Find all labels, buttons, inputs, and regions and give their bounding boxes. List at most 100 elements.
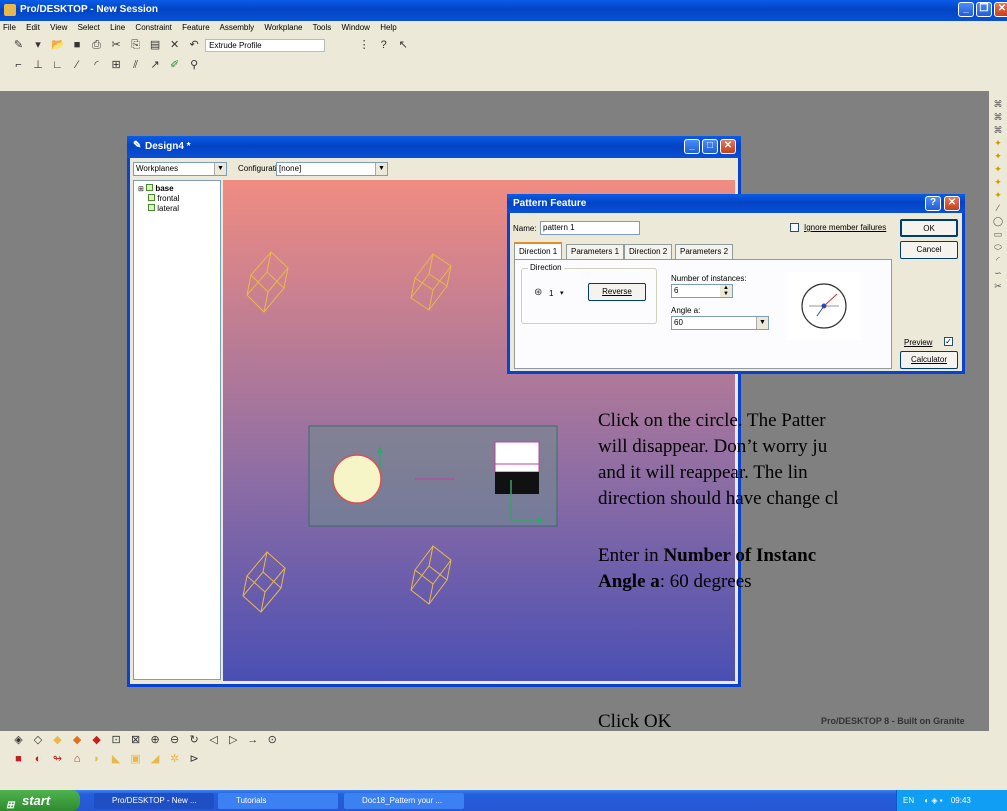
design-maximize-icon[interactable]: □ — [702, 139, 718, 154]
print-icon[interactable]: ⎙ — [90, 39, 103, 52]
home-view-icon[interactable]: ⊙ — [266, 734, 279, 747]
menu-edit[interactable]: Edit — [26, 23, 40, 32]
menu-assembly[interactable]: Assembly — [219, 23, 254, 32]
spline-tool-icon[interactable]: ∽ — [992, 268, 1004, 279]
sketch-icon[interactable]: ✦ — [992, 138, 1004, 149]
menu-constraint[interactable]: Constraint — [135, 23, 171, 32]
open-icon[interactable]: 📂 — [51, 39, 65, 52]
view-yellow-icon[interactable]: ◆ — [51, 734, 64, 747]
help-icon[interactable]: ? — [377, 39, 390, 52]
paste-icon[interactable]: ▤ — [149, 39, 162, 52]
tab-direction-1[interactable]: Direction 1 — [514, 242, 563, 259]
new-design-icon[interactable]: ✎ — [12, 39, 25, 52]
tree-item-lateral[interactable]: lateral — [138, 204, 216, 214]
spin-icon[interactable]: ▲ ▼ — [720, 285, 732, 297]
sketch3-icon[interactable]: ✦ — [992, 164, 1004, 175]
cut-icon[interactable]: ✂ — [110, 39, 123, 52]
instances-stepper[interactable]: 6 ▲ ▼ — [671, 284, 733, 298]
pen-icon[interactable]: ✐ — [168, 59, 181, 72]
draft-icon[interactable]: ◢ — [149, 753, 162, 766]
menu-window[interactable]: Window — [342, 23, 370, 32]
direction-dropdown-icon[interactable]: ▾ — [560, 289, 564, 297]
sketch4-icon[interactable]: ✦ — [992, 177, 1004, 188]
minimize-icon[interactable]: _ — [958, 2, 974, 17]
rotate-icon[interactable]: ↻ — [188, 734, 201, 747]
context-help-icon[interactable]: ↖ — [397, 39, 410, 52]
tangent-icon[interactable]: ↗ — [149, 59, 162, 72]
direction-value[interactable]: 1 — [549, 289, 553, 298]
zoom-box-icon[interactable]: ⊡ — [110, 734, 123, 747]
undo-label[interactable]: Extrude Profile — [205, 39, 326, 52]
trim-tool-icon[interactable]: ✂ — [992, 281, 1004, 292]
menu-workplane[interactable]: Workplane — [264, 23, 302, 32]
workplane-icon[interactable]: ⌘ — [992, 99, 1004, 110]
line-icon[interactable]: ⁄ — [71, 59, 84, 72]
grid-icon[interactable]: ⊞ — [110, 59, 123, 72]
right-arrow-icon[interactable]: → — [246, 734, 259, 747]
help-icon[interactable]: ? — [925, 196, 941, 211]
view-orange-icon[interactable]: ◆ — [71, 734, 84, 747]
perpendicular-icon[interactable]: ∟ — [51, 59, 64, 72]
name-field[interactable]: pattern 1 — [540, 221, 640, 235]
revolve-icon[interactable]: ◐ — [32, 753, 45, 766]
arc-icon[interactable]: ◜ — [90, 59, 103, 72]
taskbar-item-tutorials[interactable]: Tutorials — [218, 793, 338, 809]
view-shaded-icon[interactable]: ◈ — [12, 734, 25, 747]
expand-icon[interactable]: ⊞ — [138, 186, 144, 193]
menu-help[interactable]: Help — [380, 23, 396, 32]
dropdown-icon[interactable]: ▾ — [32, 39, 45, 52]
extrude-icon[interactable]: ■ — [12, 753, 25, 766]
line-tool-icon[interactable]: ⁄ — [992, 203, 1004, 214]
sketch-circle[interactable] — [332, 454, 382, 504]
chevron-down-icon[interactable]: ▼ — [375, 163, 387, 175]
tree-item-frontal[interactable]: frontal — [138, 194, 216, 204]
sketch-select-icon[interactable]: ⌐ — [12, 59, 25, 72]
tab-direction-2[interactable]: Direction 2 — [624, 244, 673, 259]
shell-icon[interactable]: ▣ — [129, 753, 142, 766]
language-indicator[interactable]: EN — [903, 796, 914, 805]
view-red-icon[interactable]: ◆ — [90, 734, 103, 747]
tray-icons[interactable]: ◐ ◈ ▪ — [924, 796, 942, 805]
zoom-out-icon[interactable]: ⊖ — [168, 734, 181, 747]
tab-parameters-2[interactable]: Parameters 2 — [675, 244, 734, 259]
menu-select[interactable]: Select — [78, 23, 100, 32]
cancel-button[interactable]: Cancel — [900, 241, 958, 259]
sweep-icon[interactable]: ↬ — [51, 753, 64, 766]
copy-icon[interactable]: ⎘ — [129, 39, 142, 52]
workplane3-icon[interactable]: ⌘ — [992, 125, 1004, 136]
restore-icon[interactable]: ❐ — [976, 2, 992, 17]
taskbar-item-prodesktop[interactable]: Pro/DESKTOP - New ... — [94, 793, 214, 809]
tab-parameters-1[interactable]: Parameters 1 — [566, 244, 625, 259]
sketch5-icon[interactable]: ✦ — [992, 190, 1004, 201]
workplane2-icon[interactable]: ⌘ — [992, 112, 1004, 123]
undo-icon[interactable]: ↶ — [188, 39, 201, 52]
chevron-down-icon[interactable]: ▼ — [214, 163, 226, 175]
search-icon[interactable]: ⚲ — [188, 59, 201, 72]
menu-file[interactable]: File — [3, 23, 16, 32]
design-minimize-icon[interactable]: _ — [684, 139, 700, 154]
chamfer-icon[interactable]: ◣ — [110, 753, 123, 766]
config-select[interactable]: [none] ▼ — [276, 162, 388, 176]
forward-icon[interactable]: ▷ — [227, 734, 240, 747]
start-button[interactable]: ⊞ start — [0, 790, 80, 811]
pattern-icon[interactable]: ✲ — [168, 753, 181, 766]
browser-select[interactable]: Workplanes ▼ — [133, 162, 227, 176]
arc-tool-icon[interactable]: ◜ — [992, 255, 1004, 266]
preview-checkbox[interactable]: ✓ — [944, 337, 953, 346]
dialog-close-icon[interactable]: ✕ — [944, 196, 960, 211]
reverse-button[interactable]: Reverse — [588, 283, 646, 301]
constraint-icon[interactable]: ⊥ — [32, 59, 45, 72]
back-icon[interactable]: ◁ — [207, 734, 220, 747]
menu-view[interactable]: View — [50, 23, 67, 32]
menu-line[interactable]: Line — [110, 23, 125, 32]
calculator-button[interactable]: Calculator — [900, 351, 958, 369]
mirror-icon[interactable]: ⊳ — [188, 753, 201, 766]
loft-icon[interactable]: ⌂ — [71, 753, 84, 766]
rectangle-tool-icon[interactable]: ▭ — [992, 229, 1004, 240]
menu-tools[interactable]: Tools — [313, 23, 332, 32]
view-wire-icon[interactable]: ◇ — [32, 734, 45, 747]
taskbar-item-word-doc[interactable]: Doc18_Pattern your ... — [344, 793, 464, 809]
zoom-in-icon[interactable]: ⊕ — [149, 734, 162, 747]
ellipse-tool-icon[interactable]: ⬭ — [992, 242, 1004, 253]
chevron-down-icon[interactable]: ▼ — [756, 317, 768, 329]
